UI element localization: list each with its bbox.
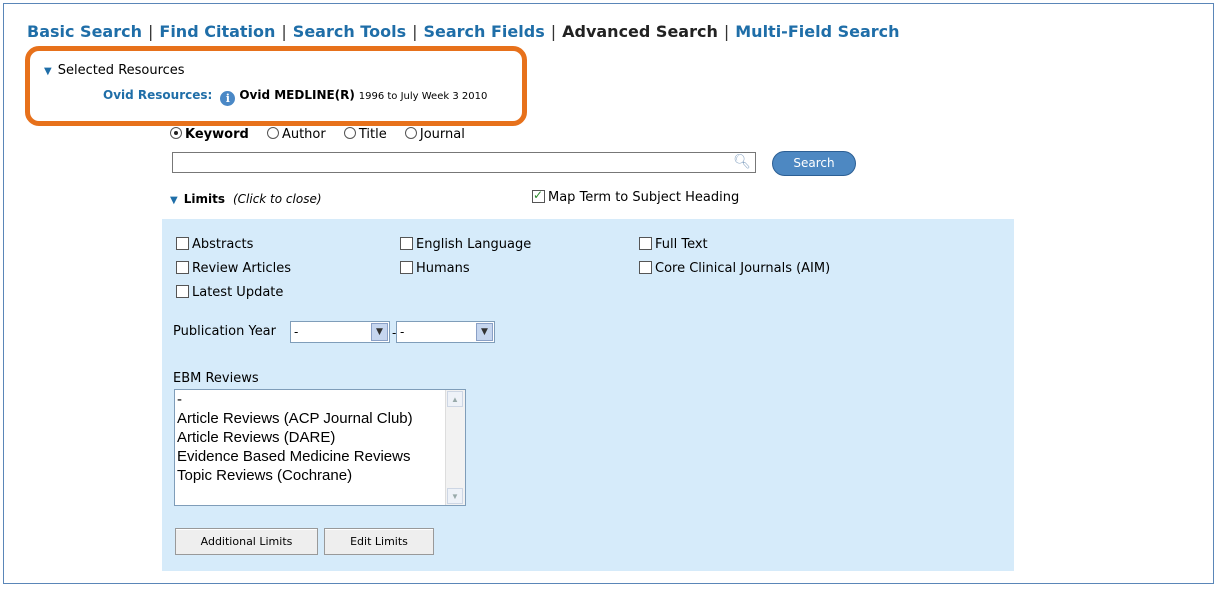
checkbox-label: Abstracts bbox=[192, 237, 254, 252]
tab-basic-search[interactable]: Basic Search bbox=[27, 22, 142, 41]
tab-separator: | bbox=[723, 22, 730, 41]
additional-limits-button[interactable]: Additional Limits bbox=[175, 528, 318, 555]
checkbox-review-articles[interactable]: Review Articles bbox=[176, 261, 291, 276]
ovid-resources-label: Ovid Resources: bbox=[103, 88, 213, 102]
tab-separator: | bbox=[148, 22, 154, 41]
search-mode-radios: Keyword Author Title Journal bbox=[170, 127, 479, 142]
search-tabs: Basic Search | Find Citation | Search Tools |… bbox=[27, 22, 900, 41]
checkbox-label: English Language bbox=[416, 237, 532, 252]
checkbox-full-text[interactable]: Full Text bbox=[639, 237, 708, 252]
tab-search-fields[interactable]: Search Fields bbox=[423, 22, 544, 41]
publication-year-to-select[interactable]: - ▼ bbox=[396, 321, 495, 343]
database-name: Ovid MEDLINE(R) bbox=[239, 88, 355, 102]
checkbox-icon bbox=[176, 285, 189, 298]
highlight-box bbox=[25, 46, 527, 126]
select-value: - bbox=[294, 325, 299, 339]
radio-empty-icon bbox=[404, 127, 417, 139]
checkbox-icon bbox=[400, 261, 413, 274]
scroll-down-icon[interactable]: ▼ bbox=[447, 488, 463, 504]
checkbox-icon bbox=[176, 261, 189, 274]
info-icon[interactable]: i bbox=[220, 91, 236, 106]
chevron-down-icon: ▼ bbox=[476, 323, 493, 341]
list-option[interactable]: Evidence Based Medicine Reviews bbox=[175, 447, 413, 466]
edit-limits-button[interactable]: Edit Limits bbox=[324, 528, 434, 555]
tab-multi-field-search[interactable]: Multi-Field Search bbox=[735, 22, 899, 41]
scroll-up-icon[interactable]: ▲ bbox=[447, 391, 463, 407]
search-input[interactable]: 🔍︎ bbox=[172, 152, 756, 173]
checkbox-checked-icon bbox=[532, 188, 545, 203]
radio-author[interactable]: Author bbox=[266, 127, 326, 142]
radio-empty-icon bbox=[343, 127, 356, 139]
limits-hint: (Click to close) bbox=[232, 192, 322, 206]
checkbox-icon bbox=[639, 261, 652, 274]
checkbox-core-clinical-journals[interactable]: Core Clinical Journals (AIM) bbox=[639, 261, 830, 276]
triangle-down-icon: ▼ bbox=[44, 66, 52, 77]
list-option[interactable]: - bbox=[175, 390, 413, 409]
checkbox-latest-update[interactable]: Latest Update bbox=[176, 285, 283, 300]
chevron-down-icon: ▼ bbox=[371, 323, 388, 341]
listbox-scrollbar[interactable]: ▲ ▼ bbox=[445, 390, 465, 505]
publication-year-from-select[interactable]: - ▼ bbox=[290, 321, 390, 343]
selected-resources-toggle[interactable]: ▼ Selected Resources bbox=[44, 63, 185, 78]
search-button[interactable]: Search bbox=[772, 151, 856, 176]
radio-journal[interactable]: Journal bbox=[404, 127, 465, 142]
radio-keyword[interactable]: Keyword bbox=[170, 127, 249, 142]
radio-title[interactable]: Title bbox=[343, 127, 387, 142]
ebm-reviews-label: EBM Reviews bbox=[173, 371, 259, 386]
list-option[interactable]: Topic Reviews (Cochrane) bbox=[175, 466, 413, 485]
map-term-checkbox[interactable]: Map Term to Subject Heading bbox=[532, 188, 740, 205]
checkbox-humans[interactable]: Humans bbox=[400, 261, 470, 276]
limits-title: Limits bbox=[183, 192, 225, 206]
triangle-down-icon: ▼ bbox=[170, 195, 178, 206]
checkbox-icon bbox=[400, 237, 413, 250]
checkbox-icon bbox=[639, 237, 652, 250]
checkbox-label: Humans bbox=[416, 261, 470, 276]
tab-separator: | bbox=[550, 22, 557, 41]
map-term-label: Map Term to Subject Heading bbox=[548, 190, 740, 205]
list-option[interactable]: Article Reviews (DARE) bbox=[175, 428, 413, 447]
checkbox-icon bbox=[176, 237, 189, 250]
tab-separator: | bbox=[412, 22, 418, 41]
tab-search-tools[interactable]: Search Tools bbox=[293, 22, 406, 41]
radio-empty-icon bbox=[266, 127, 279, 139]
publication-year-label: Publication Year bbox=[173, 324, 276, 339]
checkbox-abstracts[interactable]: Abstracts bbox=[176, 237, 253, 252]
tab-separator: | bbox=[281, 22, 287, 41]
list-option[interactable]: Article Reviews (ACP Journal Club) bbox=[175, 409, 413, 428]
checkbox-english-language[interactable]: English Language bbox=[400, 237, 531, 252]
checkbox-label: Latest Update bbox=[192, 285, 284, 300]
radio-selected-icon bbox=[170, 127, 182, 139]
selected-resources-label: Selected Resources bbox=[57, 63, 185, 78]
tab-advanced-search[interactable]: Advanced Search bbox=[562, 22, 718, 41]
magnifier-icon[interactable]: 🔍︎ bbox=[733, 154, 751, 170]
limits-toggle[interactable]: ▼ Limits (Click to close) bbox=[170, 192, 322, 206]
ebm-reviews-listbox[interactable]: - Article Reviews (ACP Journal Club) Art… bbox=[174, 389, 466, 506]
resources-line: Ovid Resources: i Ovid MEDLINE(R) 1996 to … bbox=[103, 88, 487, 106]
checkbox-label: Core Clinical Journals (AIM) bbox=[655, 261, 831, 276]
database-coverage: 1996 to July Week 3 2010 bbox=[358, 91, 488, 102]
checkbox-label: Review Articles bbox=[192, 261, 291, 276]
select-value: - bbox=[400, 325, 405, 339]
checkbox-label: Full Text bbox=[655, 237, 708, 252]
tab-find-citation[interactable]: Find Citation bbox=[159, 22, 275, 41]
